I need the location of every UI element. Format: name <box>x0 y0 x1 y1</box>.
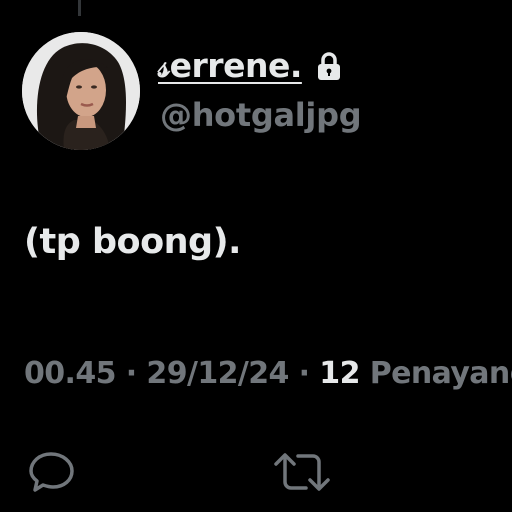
thread-line <box>78 0 81 16</box>
avatar-photo <box>22 32 140 150</box>
handle[interactable]: @hotgaljpg <box>160 96 362 134</box>
retweet-button[interactable] <box>272 444 332 500</box>
display-name[interactable]: 𝓈errene. <box>158 46 302 86</box>
tweet-text: (tp boong). <box>24 222 241 262</box>
name-row: 𝓈errene. <box>158 44 342 88</box>
retweet-icon <box>274 453 330 491</box>
tweet-time[interactable]: 00.45 <box>24 356 117 391</box>
tweet-detail: 𝓈errene. @hotgaljpg (tp boong). 00.45 · … <box>0 0 512 512</box>
lock-icon <box>316 51 342 81</box>
reply-button[interactable] <box>22 444 82 500</box>
views-label: Penayangan <box>369 356 512 391</box>
avatar[interactable] <box>22 32 140 150</box>
views-count: 12 <box>319 356 360 391</box>
tweet-meta: 00.45 · 29/12/24 · 12 Penayangan <box>24 354 512 394</box>
separator: · <box>125 356 137 391</box>
separator: · <box>298 356 310 391</box>
reply-icon <box>29 452 74 492</box>
tweet-date[interactable]: 29/12/24 <box>146 356 289 391</box>
